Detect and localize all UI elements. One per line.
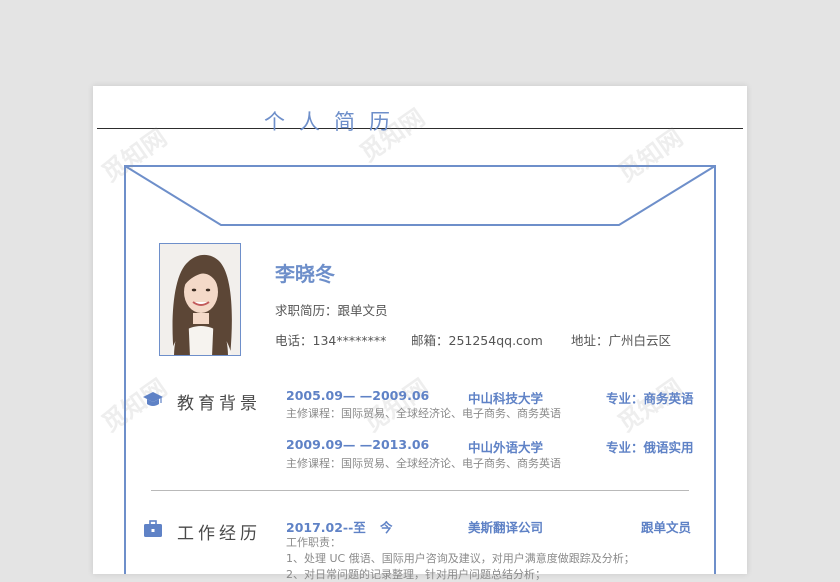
work-position: 跟单文员 <box>641 520 692 535</box>
work-period-end: 今 <box>380 520 393 535</box>
education-courses: 主修课程：国际贸易、全球经济论、电子商务、商务英语 <box>286 407 561 420</box>
briefcase-icon <box>144 520 162 537</box>
phone-number: 电话：134******** <box>275 333 387 348</box>
job-objective: 求职简历：跟单文员 <box>275 303 388 318</box>
work-company: 美斯翻译公司 <box>468 520 544 535</box>
education-school: 中山外语大学 <box>468 440 544 455</box>
education-courses: 主修课程：国际贸易、全球经济论、电子商务、商务英语 <box>286 457 561 470</box>
candidate-name: 李晓冬 <box>275 262 335 286</box>
education-heading: 教育背景 <box>177 394 261 414</box>
education-period: 2005.09— —2009.06 <box>286 388 430 403</box>
education-period: 2009.09— —2013.06 <box>286 437 430 452</box>
profile-photo <box>159 243 241 356</box>
section-divider <box>151 490 689 491</box>
work-duties-label: 工作职责： <box>286 536 341 549</box>
resume-title: 个人简历 <box>264 110 404 134</box>
work-heading: 工作经历 <box>177 524 261 544</box>
work-duty-item: 2、对日常问题的记录整理，针对用户问题总结分析； <box>286 568 546 581</box>
email-address: 邮箱：251254qq.com <box>411 333 543 348</box>
education-major: 专业：俄语实用 <box>606 440 694 455</box>
portrait-illustration <box>160 244 240 355</box>
graduation-cap-icon <box>143 392 163 406</box>
work-duty-item: 1、处理 UC 俄语、国际用户咨询及建议，对用户满意度做跟踪及分析； <box>286 552 635 565</box>
education-major: 专业：商务英语 <box>606 391 694 406</box>
home-address: 地址：广州白云区 <box>571 333 672 348</box>
